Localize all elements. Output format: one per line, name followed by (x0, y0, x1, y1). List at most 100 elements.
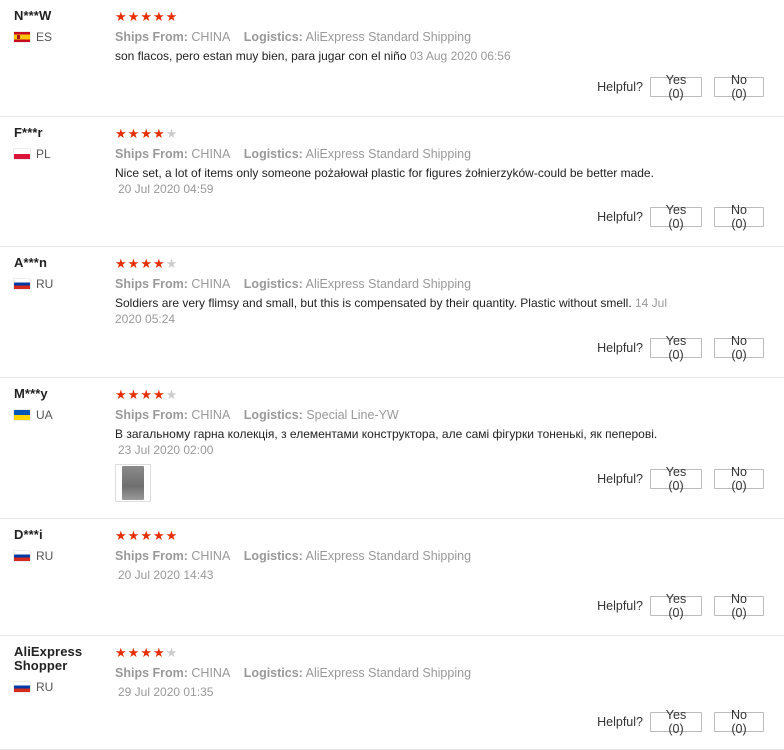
spain-flag-icon (14, 32, 30, 42)
russia-flag-icon (14, 682, 30, 692)
reviewer-country: ES (14, 30, 104, 44)
star-filled-icon: ★ (152, 256, 165, 271)
logistics-label: Logistics: (243, 147, 303, 161)
star-filled-icon: ★ (140, 126, 152, 141)
review-content: ★ ★ ★ ★ ★ Ships From: CHINA Logistics: AliEx… (115, 646, 764, 700)
star-rating: ★ ★ ★ ★ ★ (115, 257, 684, 271)
star-rating: ★ ★ ★ ★ ★ (115, 388, 764, 402)
ships-from-value: CHINA (191, 277, 231, 291)
helpful-yes-button[interactable]: Yes (0) (650, 708, 702, 736)
star-rating: ★ ★ ★ ★ ★ (115, 127, 764, 141)
star-filled-icon: ★ (152, 126, 165, 141)
review-date: 20 Jul 2020 04:59 (118, 182, 214, 196)
reviewer-info: N***W ES (14, 9, 104, 44)
logistics-label: Logistics: (243, 666, 303, 680)
shipping-meta: Ships From: CHINA Logistics: AliExpress … (115, 665, 764, 681)
logistics-value: AliExpress Standard Shipping (305, 666, 472, 680)
shipping-meta: Ships From: CHINA Logistics: Special Lin… (115, 407, 764, 423)
helpful-yes-button[interactable]: Yes (0) (650, 592, 702, 620)
review-content: ★ ★ ★ ★ ★ Ships From: CHINA Logistics: AliEx… (115, 127, 764, 197)
russia-flag-icon (14, 551, 30, 561)
star-rating: ★ ★ ★ ★ ★ (115, 646, 764, 660)
review-text-row: 20 Jul 2020 14:43 (115, 567, 764, 583)
star-rating: ★ ★ ★ ★ ★ (115, 529, 764, 543)
star-filled-icon: ★ (152, 528, 165, 543)
reviewer-name: A***n (14, 255, 48, 270)
review-item: N***W ES ★ ★ ★ ★ ★ Ships From: CHINA Logisti… (0, 0, 784, 117)
helpful-label: Helpful? (597, 80, 643, 94)
ships-from-label: Ships From: (115, 30, 188, 44)
review-item: F***r PL ★ ★ ★ ★ ★ Ships From: CHINA Logisti… (0, 117, 784, 247)
helpful-vote: Helpful? Yes (0) No (0) (597, 334, 764, 362)
helpful-vote: Helpful? Yes (0) No (0) (597, 465, 764, 493)
reviewer-country: RU (14, 277, 104, 291)
star-filled-icon: ★ (152, 387, 165, 402)
review-content: ★ ★ ★ ★ ★ Ships From: CHINA Logistics: AliEx… (115, 529, 764, 583)
review-text-row: Nice set, a lot of items only someone po… (115, 165, 764, 197)
star-rating: ★ ★ ★ ★ ★ (115, 10, 764, 24)
shipping-meta: Ships From: CHINA Logistics: AliExpress … (115, 29, 764, 45)
reviewer-country: UA (14, 408, 104, 422)
logistics-value: AliExpress Standard Shipping (305, 277, 472, 291)
review-text: В загальному гарна колекція, з елементам… (115, 427, 658, 441)
logistics-value: AliExpress Standard Shipping (305, 549, 472, 563)
reviewer-info: D***i RU (14, 528, 104, 563)
review-date: 20 Jul 2020 14:43 (118, 568, 214, 582)
star-filled-icon: ★ (140, 528, 152, 543)
review-item: AliExpress Shopper RU ★ ★ ★ ★ ★ Ships From: … (0, 636, 784, 750)
review-content: ★ ★ ★ ★ ★ Ships From: CHINA Logistics: AliEx… (115, 257, 684, 327)
review-date: 03 Aug 2020 06:56 (409, 49, 511, 63)
country-code: RU (36, 680, 54, 694)
star-filled-icon: ★ (165, 528, 178, 543)
review-content: ★ ★ ★ ★ ★ Ships From: CHINA Logistics: AliEx… (115, 10, 764, 64)
review-item: A***n RU ★ ★ ★ ★ ★ Ships From: CHINA Logisti… (0, 247, 784, 378)
reviewer-name: N***W (14, 8, 52, 23)
review-item: M***y UA ★ ★ ★ ★ ★ Ships From: CHINA Logisti… (0, 378, 784, 519)
shipping-meta: Ships From: CHINA Logistics: AliExpress … (115, 548, 764, 564)
country-code: RU (36, 277, 54, 291)
logistics-value: AliExpress Standard Shipping (305, 147, 472, 161)
reviewer-country: PL (14, 147, 104, 161)
helpful-label: Helpful? (597, 715, 643, 729)
ships-from-label: Ships From: (115, 549, 188, 563)
helpful-no-button[interactable]: No (0) (714, 203, 764, 231)
logistics-value: AliExpress Standard Shipping (305, 30, 472, 44)
star-filled-icon: ★ (127, 528, 140, 543)
helpful-no-button[interactable]: No (0) (714, 592, 764, 620)
helpful-label: Helpful? (597, 341, 643, 355)
star-filled-icon: ★ (127, 387, 140, 402)
logistics-label: Logistics: (243, 408, 303, 422)
helpful-label: Helpful? (597, 472, 643, 486)
country-code: UA (36, 408, 53, 422)
review-photo-thumbnail[interactable] (115, 464, 151, 502)
reviewer-name: AliExpress Shopper (14, 644, 83, 673)
reviewer-info: AliExpress Shopper RU (14, 645, 104, 694)
review-text: Nice set, a lot of items only someone po… (115, 166, 654, 180)
reviewer-name: M***y (14, 386, 48, 401)
star-filled-icon: ★ (127, 126, 140, 141)
russia-flag-icon (14, 279, 30, 289)
star-filled-icon: ★ (140, 9, 152, 24)
star-filled-icon: ★ (115, 645, 127, 660)
helpful-no-button[interactable]: No (0) (714, 708, 764, 736)
star-filled-icon: ★ (115, 9, 127, 24)
review-text-row: 29 Jul 2020 01:35 (115, 684, 764, 700)
star-filled-icon: ★ (140, 645, 152, 660)
star-filled-icon: ★ (127, 9, 140, 24)
helpful-yes-button[interactable]: Yes (0) (650, 73, 702, 101)
review-text-row: son flacos, pero estan muy bien, para ju… (115, 48, 764, 64)
star-empty-icon: ★ (165, 387, 178, 402)
star-empty-icon: ★ (165, 645, 178, 660)
ships-from-value: CHINA (191, 549, 231, 563)
shipping-meta: Ships From: CHINA Logistics: AliExpress … (115, 276, 684, 292)
ships-from-value: CHINA (191, 408, 231, 422)
shipping-meta: Ships From: CHINA Logistics: AliExpress … (115, 146, 764, 162)
helpful-vote: Helpful? Yes (0) No (0) (597, 708, 764, 736)
helpful-yes-button[interactable]: Yes (0) (650, 334, 702, 362)
helpful-yes-button[interactable]: Yes (0) (650, 203, 702, 231)
helpful-no-button[interactable]: No (0) (714, 465, 764, 493)
helpful-no-button[interactable]: No (0) (714, 334, 764, 362)
helpful-no-button[interactable]: No (0) (714, 73, 764, 101)
helpful-yes-button[interactable]: Yes (0) (650, 465, 702, 493)
star-empty-icon: ★ (165, 126, 178, 141)
